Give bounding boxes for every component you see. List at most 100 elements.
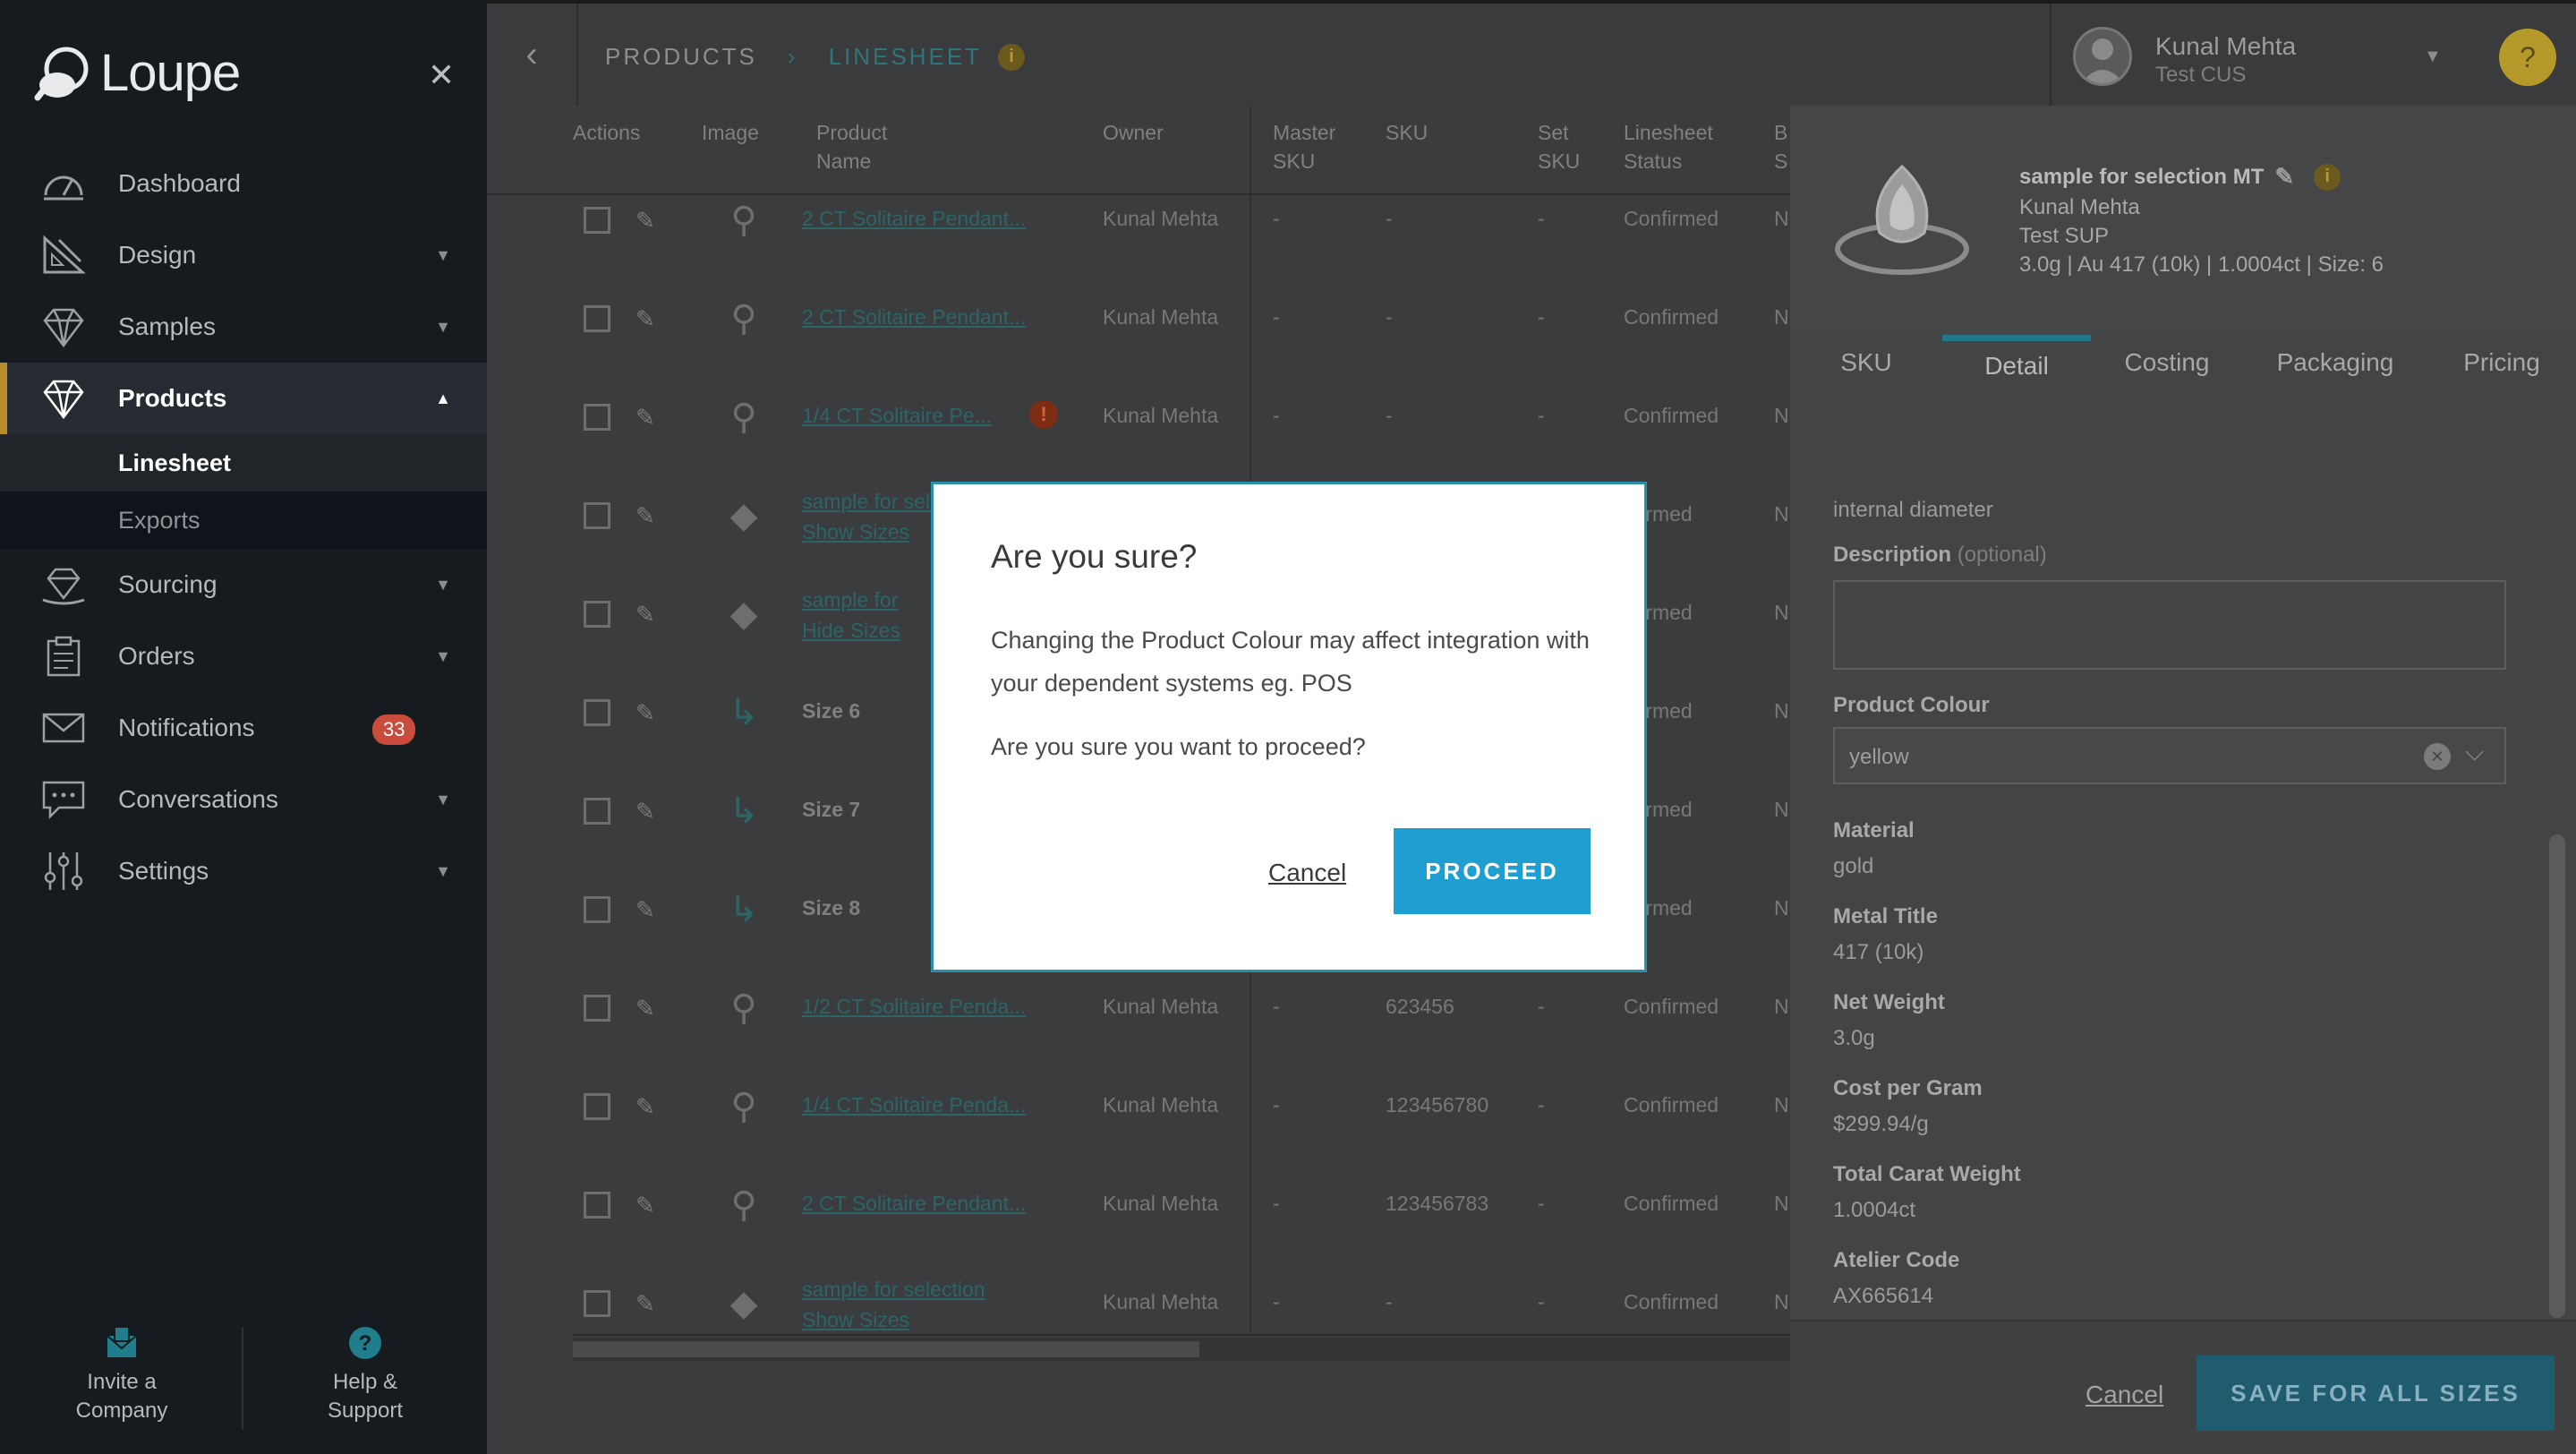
breadcrumb-products[interactable]: PRODUCTS: [605, 43, 757, 71]
close-sidebar-icon[interactable]: ✕: [428, 59, 455, 91]
horizontal-scrollbar[interactable]: [573, 1338, 1790, 1361]
pencil-icon[interactable]: ✎: [635, 798, 655, 825]
save-for-all-sizes-button[interactable]: SAVE FOR ALL SIZES: [2196, 1356, 2555, 1431]
product-name-link[interactable]: 1/4 CT Solitaire Pe...: [802, 404, 1044, 428]
user-name: Kunal Mehta: [2155, 32, 2297, 60]
nav-item-sourcing[interactable]: Sourcing ▼: [0, 549, 487, 620]
chevron-down-icon: ▼: [435, 246, 451, 264]
help-support-button[interactable]: ? Help & Support: [258, 1325, 473, 1425]
nav-item-design[interactable]: Design ▼: [0, 219, 487, 291]
th-linesheet-status[interactable]: Linesheet Status: [1624, 118, 1713, 175]
row-checkbox[interactable]: [584, 404, 610, 431]
logo[interactable]: Loupe: [34, 43, 241, 103]
field-label: Metal Title: [1833, 904, 1938, 928]
th-product-name[interactable]: Product Name: [816, 118, 887, 175]
row-checkbox[interactable]: [584, 1290, 610, 1317]
scrollbar-thumb[interactable]: [573, 1341, 1199, 1357]
row-checkbox[interactable]: [584, 995, 610, 1022]
row-checkbox[interactable]: [584, 601, 610, 628]
table-row[interactable]: ✎ ⚲ 1/4 CT Solitaire Penda... Kunal Mehta - 1…: [573, 1057, 1790, 1156]
nav-label-products: Products: [118, 384, 227, 412]
invite-company-button[interactable]: Invite a Company: [14, 1325, 229, 1425]
product-name-link[interactable]: 2 CT Solitaire Pendant...: [802, 1192, 1044, 1216]
logo-text: Loupe: [100, 44, 241, 102]
table-row[interactable]: ✎ ⚲ 2 CT Solitaire Pendant... Kunal Mehta - -…: [573, 171, 1790, 269]
product-name-link[interactable]: sample for selection Show Sizes: [802, 1274, 1044, 1335]
nav-item-orders[interactable]: Orders ▼: [0, 620, 487, 692]
pencil-icon[interactable]: ✎: [2274, 163, 2294, 191]
pencil-icon[interactable]: ✎: [635, 1290, 655, 1318]
table-row[interactable]: ✎ ⚲ 1/2 CT Solitaire Penda... Kunal Mehta - 6…: [573, 959, 1790, 1057]
chevron-down-icon[interactable]: ⌵: [2465, 738, 2484, 767]
proceed-button[interactable]: PROCEED: [1394, 828, 1591, 914]
pencil-icon[interactable]: ✎: [635, 699, 655, 727]
tab-sku[interactable]: SKU: [1790, 335, 1942, 390]
nav-label-dashboard: Dashboard: [118, 169, 241, 197]
pencil-icon[interactable]: ✎: [635, 502, 655, 530]
product-name-link[interactable]: 2 CT Solitaire Pendant...: [802, 207, 1044, 231]
th-master-sku[interactable]: Master SKU: [1273, 118, 1335, 175]
help-button[interactable]: ?: [2499, 29, 2556, 86]
sidebar: Loupe ✕ Dashboard Design ▼ Samples ▼ Pro…: [0, 0, 487, 1454]
description-field[interactable]: [1833, 580, 2506, 670]
pencil-icon[interactable]: ✎: [635, 995, 655, 1022]
table-row[interactable]: ✎ ⚲ 1/4 CT Solitaire Pe...! Kunal Mehta - - - C…: [573, 368, 1790, 466]
table-row[interactable]: ✎ ⚲ 2 CT Solitaire Pendant... Kunal Mehta - -…: [573, 269, 1790, 368]
product-name-link[interactable]: 2 CT Solitaire Pendant...: [802, 305, 1044, 329]
clear-icon[interactable]: ✕: [2424, 743, 2451, 770]
extra-cell: N: [1774, 404, 1789, 427]
product-name-link[interactable]: 1/2 CT Solitaire Penda...: [802, 995, 1044, 1019]
pencil-icon[interactable]: ✎: [635, 207, 655, 235]
tab-packaging[interactable]: Packaging: [2243, 335, 2427, 390]
cancel-button[interactable]: Cancel: [1268, 859, 1346, 887]
th-extra[interactable]: BS: [1774, 118, 1787, 175]
row-checkbox[interactable]: [584, 305, 610, 332]
table-row[interactable]: ✎ ⚲ 2 CT Solitaire Pendant... Kunal Mehta - 1…: [573, 1156, 1790, 1254]
info-icon[interactable]: i: [2314, 163, 2341, 191]
product-colour-select[interactable]: yellow ✕ ⌵: [1833, 727, 2506, 784]
tab-detail[interactable]: Detail: [1942, 335, 2091, 390]
extra-cell: N: [1774, 1093, 1789, 1116]
panel-scrollbar[interactable]: [2549, 834, 2565, 1318]
breadcrumb-linesheet: LINESHEET: [828, 43, 983, 70]
th-set-sku[interactable]: Set SKU: [1538, 118, 1580, 175]
pencil-icon[interactable]: ✎: [635, 1192, 655, 1219]
field-value: 3.0g: [1833, 1026, 1875, 1050]
nav-item-samples[interactable]: Samples ▼: [0, 291, 487, 363]
th-sku[interactable]: SKU: [1386, 118, 1428, 147]
tab-costing[interactable]: Costing: [2091, 335, 2243, 390]
product-thumbnail: ⚲: [730, 1087, 757, 1126]
user-menu[interactable]: Kunal Mehta Test CUS ▼: [2050, 4, 2478, 106]
row-checkbox[interactable]: [584, 502, 610, 529]
pencil-icon[interactable]: ✎: [635, 404, 655, 432]
nav-item-products[interactable]: Products ▲: [0, 363, 487, 434]
help-circle-icon: ?: [349, 1327, 381, 1359]
back-chevron-icon[interactable]: ‹: [487, 4, 578, 106]
row-checkbox[interactable]: [584, 1192, 610, 1219]
row-checkbox[interactable]: [584, 699, 610, 726]
field-label: Total Carat Weight: [1833, 1162, 2021, 1186]
row-checkbox[interactable]: [584, 798, 610, 825]
sidebar-item-linesheet[interactable]: Linesheet: [0, 434, 487, 492]
row-checkbox[interactable]: [584, 1093, 610, 1120]
nav-item-conversations[interactable]: Conversations ▼: [0, 764, 487, 835]
tab-pricing[interactable]: Pricing: [2427, 335, 2576, 390]
nav-item-settings[interactable]: Settings ▼: [0, 835, 487, 907]
extra-cell: N: [1774, 207, 1789, 230]
row-checkbox[interactable]: [584, 896, 610, 923]
info-icon[interactable]: i: [998, 43, 1026, 71]
row-checkbox[interactable]: [584, 207, 610, 234]
pencil-icon[interactable]: ✎: [635, 305, 655, 333]
pencil-icon[interactable]: ✎: [635, 601, 655, 629]
status-cell: Confirmed: [1624, 995, 1719, 1018]
owner-cell: Kunal Mehta: [1103, 1192, 1219, 1215]
th-owner[interactable]: Owner: [1103, 118, 1164, 147]
product-name-link[interactable]: 1/4 CT Solitaire Penda...: [802, 1093, 1044, 1117]
panel-cancel-button[interactable]: Cancel: [2086, 1381, 2163, 1409]
nav-item-notifications[interactable]: Notifications 33: [0, 692, 487, 764]
pencil-icon[interactable]: ✎: [635, 1093, 655, 1121]
warning-icon[interactable]: !: [1029, 400, 1058, 429]
nav-item-dashboard[interactable]: Dashboard: [0, 148, 487, 219]
pencil-icon[interactable]: ✎: [635, 896, 655, 924]
sidebar-item-exports[interactable]: Exports: [0, 492, 487, 549]
